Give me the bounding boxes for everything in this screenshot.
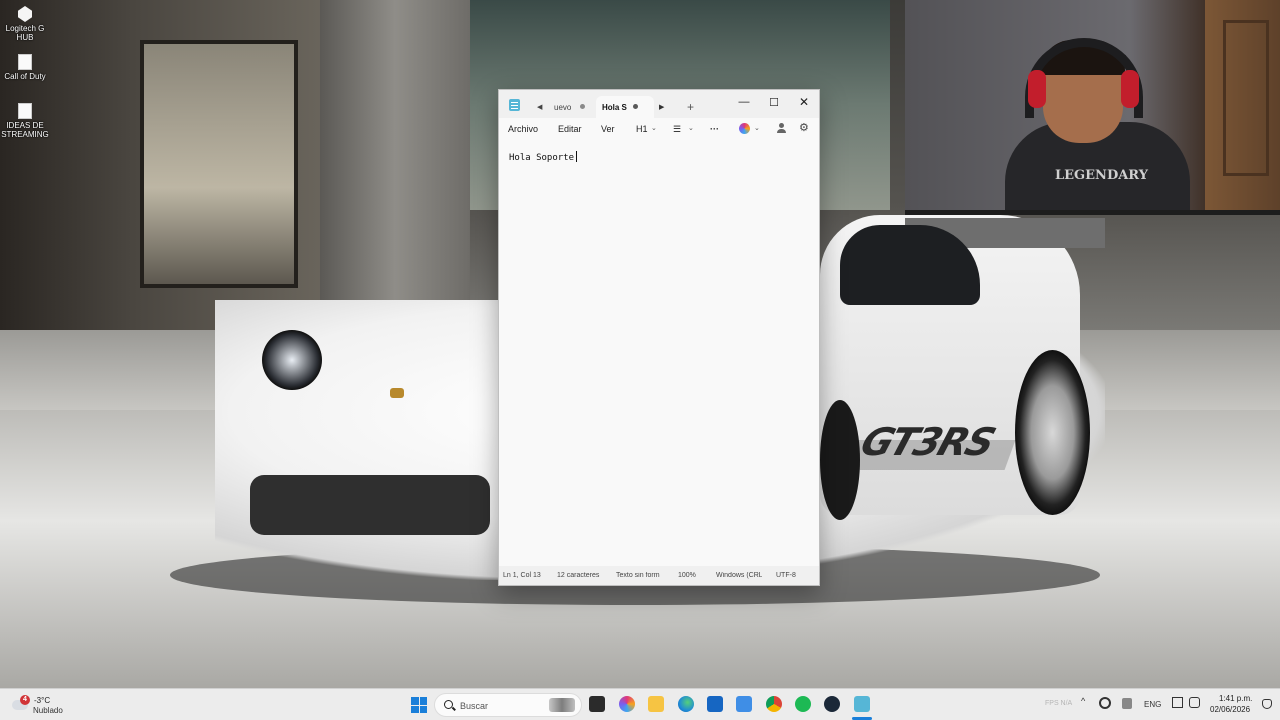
tab-uevo[interactable]: uevo bbox=[554, 96, 594, 118]
chrome-icon[interactable] bbox=[766, 696, 782, 712]
copilot-icon[interactable] bbox=[619, 696, 635, 712]
start-button[interactable] bbox=[411, 697, 427, 713]
spotify-icon[interactable] bbox=[795, 696, 811, 712]
car-grille bbox=[250, 475, 490, 535]
car-rear-wheel bbox=[1015, 350, 1090, 515]
desktop-icon-ideas-de-streaming[interactable]: IDEAS DE STREAMING bbox=[0, 103, 50, 139]
windows-logo-pane bbox=[419, 705, 427, 713]
file-icon bbox=[18, 54, 32, 70]
text-editor[interactable]: Hola Soporte bbox=[499, 143, 819, 567]
desktop-icon-call-of-duty[interactable]: Call of Duty bbox=[0, 54, 50, 81]
display-icon[interactable] bbox=[1172, 697, 1183, 708]
clock-date[interactable]: 02/06/2026 bbox=[1210, 705, 1250, 714]
file-icon bbox=[18, 103, 32, 119]
minimize-button[interactable]: — bbox=[730, 92, 758, 112]
chevron-down-icon[interactable]: ⌄ bbox=[754, 124, 760, 132]
maximize-button[interactable]: ☐ bbox=[760, 92, 788, 112]
weather-widget[interactable]: 4 -3°C Nublado bbox=[10, 693, 80, 719]
outlook-icon[interactable] bbox=[736, 696, 752, 712]
file-explorer-icon[interactable] bbox=[648, 696, 664, 712]
weather-condition: Nublado bbox=[33, 706, 63, 715]
weather-badge: 4 bbox=[20, 695, 30, 705]
notepad-window: ◀ uevo Hola S ▶ + — ☐ ✕ Archivo Editar V… bbox=[498, 89, 820, 586]
menu-archivo[interactable]: Archivo bbox=[508, 124, 538, 134]
shirt-print: LEGENDARY bbox=[1055, 168, 1148, 183]
search-icon bbox=[444, 700, 453, 709]
webcam-overlay: LEGENDARY bbox=[905, 0, 1280, 215]
menu-ver[interactable]: Ver bbox=[601, 124, 615, 134]
windows-logo-pane bbox=[411, 697, 419, 705]
status-line-ending: Windows (CRLF) bbox=[716, 572, 762, 579]
notepad-icon[interactable] bbox=[854, 696, 870, 712]
wallpaper-pillar bbox=[320, 0, 470, 330]
menu-bar: Archivo Editar Ver H1 ⌄ ☰ ⌄ ··· ⌄ ⚙ bbox=[499, 118, 819, 142]
show-hidden-icons-chevron-icon[interactable]: ^ bbox=[1081, 696, 1085, 706]
volume-icon[interactable] bbox=[1122, 698, 1132, 709]
webcam-door-panel bbox=[1223, 20, 1269, 176]
copilot-icon[interactable] bbox=[739, 123, 750, 134]
windows-logo-pane bbox=[419, 697, 427, 705]
taskbar-search-box[interactable]: Buscar bbox=[434, 693, 582, 717]
overlay-faded-text: FPS N/A bbox=[1045, 700, 1073, 707]
title-bar[interactable]: ◀ uevo Hola S ▶ + — ☐ ✕ bbox=[499, 90, 819, 118]
task-view-icon[interactable] bbox=[589, 696, 605, 712]
close-button[interactable]: ✕ bbox=[790, 92, 818, 112]
text-caret bbox=[576, 151, 578, 162]
chevron-down-icon[interactable]: ⌄ bbox=[688, 124, 694, 132]
tab-hola-s[interactable]: Hola S bbox=[596, 96, 654, 118]
car-front-wheel bbox=[820, 400, 860, 520]
wallpaper-storefront bbox=[140, 40, 298, 288]
status-cursor-position: Ln 1, Col 13 bbox=[503, 572, 541, 579]
headset-earcup-left bbox=[1028, 70, 1046, 108]
windows-logo-pane bbox=[411, 705, 419, 713]
desktop-icon-label: IDEAS DE STREAMING bbox=[1, 121, 49, 139]
car-headlight bbox=[262, 330, 322, 390]
edge-icon[interactable] bbox=[678, 696, 694, 712]
notepad-app-icon bbox=[509, 99, 520, 111]
heading-dropdown[interactable]: H1 bbox=[636, 124, 648, 134]
battery-icon[interactable] bbox=[1189, 697, 1200, 708]
status-zoom[interactable]: 100% bbox=[678, 572, 696, 579]
account-icon[interactable] bbox=[777, 123, 786, 133]
search-highlight-image bbox=[549, 698, 575, 712]
status-bar: Ln 1, Col 13 12 caracteres Texto sin for… bbox=[499, 566, 819, 585]
desktop-icon-logitech-ghub[interactable]: Logitech G HUB bbox=[0, 6, 50, 42]
desktop-icon-label: Logitech G HUB bbox=[5, 24, 45, 42]
steam-icon[interactable] bbox=[824, 696, 840, 712]
headset-earcup-right bbox=[1121, 70, 1139, 108]
unsaved-dot-icon[interactable] bbox=[633, 104, 638, 109]
language-indicator[interactable]: ENG bbox=[1144, 700, 1161, 709]
logitech-ghub-icon bbox=[18, 6, 32, 22]
editor-text[interactable]: Hola Soporte bbox=[509, 151, 578, 163]
taskbar: 4 -3°C Nublado Buscar FPS N/A ^ ENG 1:41… bbox=[0, 688, 1280, 720]
status-format: Texto sin formato bbox=[616, 572, 660, 579]
status-character-count: 12 caracteres bbox=[557, 572, 600, 579]
list-format-icon[interactable]: ☰ bbox=[673, 124, 681, 135]
status-encoding: UTF-8 bbox=[776, 572, 796, 579]
microsoft-store-icon[interactable] bbox=[707, 696, 723, 712]
chevron-down-icon[interactable]: ⌄ bbox=[651, 124, 657, 132]
weather-temperature: -3°C bbox=[34, 696, 51, 705]
editor-content: Hola Soporte bbox=[509, 153, 575, 163]
desktop-icon-label: Call of Duty bbox=[4, 72, 46, 81]
search-placeholder: Buscar bbox=[460, 701, 489, 711]
notification-bell-icon[interactable] bbox=[1262, 699, 1272, 709]
more-options-icon[interactable]: ··· bbox=[710, 124, 719, 134]
car-decal: GT3RS bbox=[855, 420, 1000, 464]
tab-scroll-left-icon[interactable]: ◀ bbox=[537, 96, 542, 118]
menu-editar[interactable]: Editar bbox=[558, 124, 582, 134]
webcam-border bbox=[905, 210, 1280, 215]
car-badge bbox=[390, 388, 404, 398]
unsaved-dot-icon[interactable] bbox=[580, 104, 585, 109]
settings-gear-icon[interactable]: ⚙ bbox=[799, 121, 809, 134]
network-icon[interactable] bbox=[1099, 697, 1111, 709]
tab-scroll-right-icon[interactable]: ▶ bbox=[659, 96, 664, 118]
new-tab-button[interactable]: + bbox=[687, 96, 694, 118]
clock-time[interactable]: 1:41 p.m. bbox=[1219, 694, 1252, 703]
